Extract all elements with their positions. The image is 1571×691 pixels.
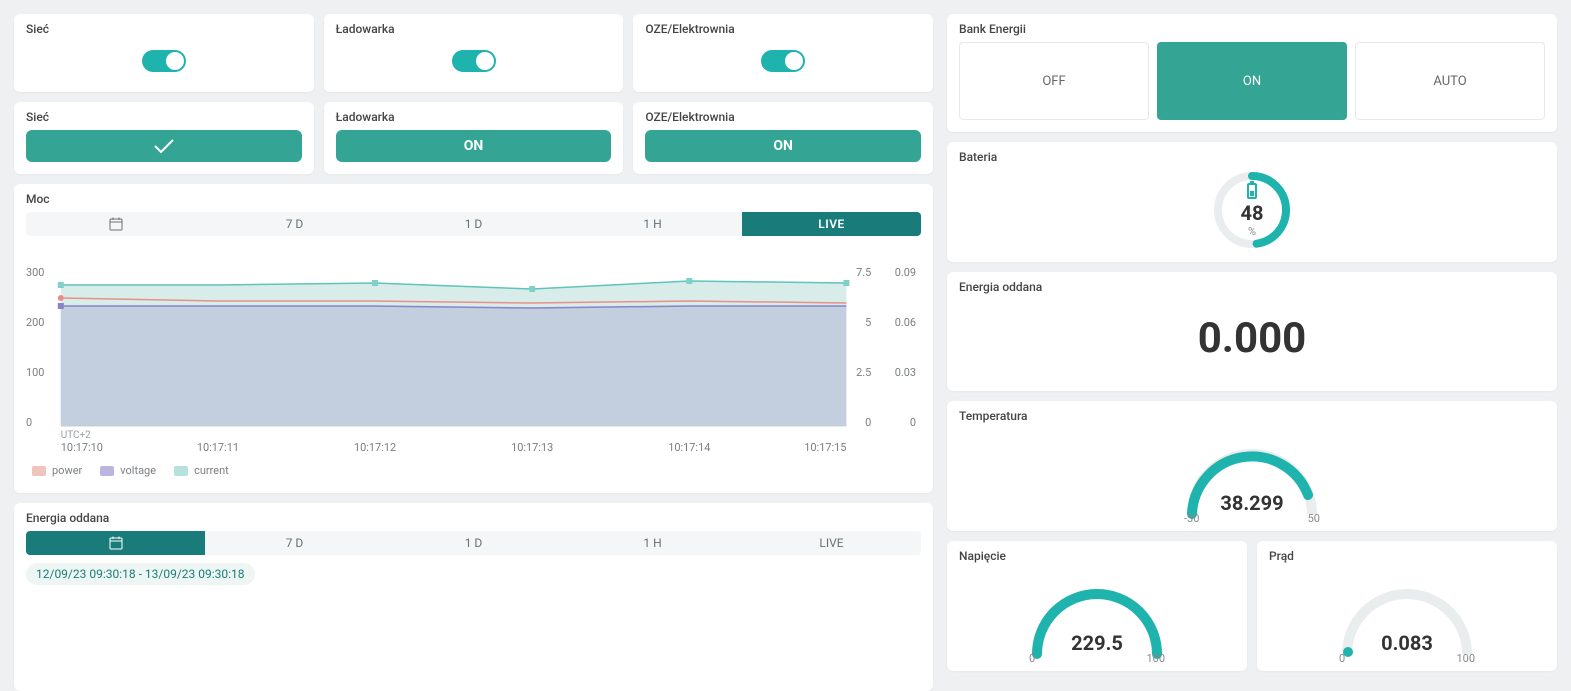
voltage-title: Napięcie (959, 549, 1235, 563)
temperature-min: -30 (1184, 512, 1199, 525)
bank-on-button[interactable]: ON (1157, 42, 1347, 120)
bank-energii-card: Bank Energii OFF ON AUTO (947, 14, 1557, 132)
power-chart-legend: power voltage current (26, 464, 921, 477)
power-chart-card: Moc 7 D 1 D 1 H LIVE 300 200 100 0 7 (14, 184, 933, 493)
bank-auto-button[interactable]: AUTO (1355, 42, 1545, 120)
svg-text:UTC+2: UTC+2 (61, 430, 91, 441)
temperature-value: 38.299 (1220, 491, 1283, 515)
power-chart: 300 200 100 0 7.5 5 2.5 0 0.09 0.06 0.03… (26, 256, 921, 456)
status-siec-label: Sieć (26, 110, 302, 124)
energy-out-card: Energia oddana 0.000 (947, 272, 1557, 391)
svg-text:10:17:10: 10:17:10 (61, 441, 103, 454)
svg-text:300: 300 (26, 266, 44, 279)
legend-current[interactable]: current (174, 464, 229, 477)
eo-range-7d[interactable]: 7 D (205, 531, 384, 555)
current-title: Prąd (1269, 549, 1545, 563)
power-range-row: 7 D 1 D 1 H LIVE (26, 212, 921, 236)
status-ladowarka-text: ON (464, 138, 484, 154)
range-1d[interactable]: 1 D (384, 212, 563, 236)
toggle-siec-label: Sieć (26, 22, 302, 36)
current-max: 100 (1456, 652, 1475, 665)
svg-text:7.5: 7.5 (856, 266, 871, 279)
range-7d[interactable]: 7 D (205, 212, 384, 236)
voltage-min: 0 (1029, 652, 1035, 665)
battery-unit: % (1248, 225, 1256, 238)
battery-icon (1247, 183, 1257, 199)
svg-text:2.5: 2.5 (856, 366, 871, 379)
bank-off-button[interactable]: OFF (959, 42, 1149, 120)
temperature-max: 50 (1308, 512, 1320, 525)
battery-title: Bateria (959, 150, 1545, 164)
eo-range-calendar[interactable] (26, 531, 205, 555)
eo-range-live[interactable]: LIVE (742, 531, 921, 555)
svg-text:200: 200 (26, 316, 44, 329)
energy-out-chart-title: Energia oddana (26, 511, 921, 525)
date-range-badge[interactable]: 12/09/23 09:30:18 - 13/09/23 09:30:18 (26, 563, 255, 585)
status-ladowarka-button[interactable]: ON (336, 130, 612, 162)
range-calendar[interactable] (26, 212, 205, 236)
eo-range-1h[interactable]: 1 H (563, 531, 742, 555)
toggle-oze-label: OZE/Elektrownia (645, 22, 921, 36)
voltage-card: Napięcie 229.5 0 100 (947, 541, 1247, 671)
energy-out-title: Energia oddana (959, 280, 1545, 294)
svg-text:10:17:14: 10:17:14 (668, 441, 710, 454)
energy-out-range-row: 7 D 1 D 1 H LIVE (26, 531, 921, 555)
toggle-row: Sieć Ładowarka OZE/Elektrownia (14, 14, 933, 92)
current-card: Prąd 0.083 0 100 (1257, 541, 1557, 671)
status-oze-label: OZE/Elektrownia (645, 110, 921, 124)
svg-text:0: 0 (26, 416, 32, 429)
legend-power[interactable]: power (32, 464, 82, 477)
svg-text:10:17:12: 10:17:12 (354, 441, 396, 454)
temperature-title: Temperatura (959, 409, 1545, 423)
svg-text:100: 100 (26, 366, 44, 379)
toggle-ladowarka[interactable] (452, 50, 496, 72)
svg-text:0.03: 0.03 (895, 366, 916, 379)
eo-range-1d[interactable]: 1 D (384, 531, 563, 555)
toggle-siec[interactable] (142, 50, 186, 72)
svg-text:5: 5 (865, 316, 871, 329)
svg-text:10:17:11: 10:17:11 (197, 441, 239, 454)
svg-text:0: 0 (910, 416, 916, 429)
status-ladowarka-label: Ładowarka (336, 110, 612, 124)
toggle-oze[interactable] (761, 50, 805, 72)
power-chart-title: Moc (26, 192, 921, 206)
svg-text:0: 0 (865, 416, 871, 429)
legend-voltage[interactable]: voltage (100, 464, 156, 477)
temperature-card: Temperatura 38.299 -30 50 (947, 401, 1557, 531)
status-oze-text: ON (773, 138, 793, 154)
svg-text:10:17:13: 10:17:13 (511, 441, 553, 454)
voltage-value: 229.5 (1071, 631, 1123, 655)
check-icon (153, 138, 175, 154)
svg-text:10:17:15: 10:17:15 (804, 441, 846, 454)
status-oze-button[interactable]: ON (645, 130, 921, 162)
status-siec-button[interactable] (26, 130, 302, 162)
battery-value: 48 (1241, 201, 1264, 225)
current-min: 0 (1339, 652, 1345, 665)
calendar-icon (109, 536, 123, 550)
toggle-ladowarka-label: Ładowarka (336, 22, 612, 36)
energy-out-chart-card: Energia oddana 7 D 1 D 1 H LIVE 12/09/23… (14, 503, 933, 691)
bank-energii-title: Bank Energii (959, 22, 1545, 36)
range-live[interactable]: LIVE (742, 212, 921, 236)
calendar-icon (109, 217, 123, 231)
battery-ring: 48 % (1212, 170, 1292, 250)
range-1h[interactable]: 1 H (563, 212, 742, 236)
status-row: Sieć Ładowarka ON OZE/Elektrownia ON (14, 102, 933, 174)
voltage-max: 100 (1146, 652, 1165, 665)
svg-text:0.09: 0.09 (895, 266, 916, 279)
battery-card: Bateria 48 % (947, 142, 1557, 262)
current-value: 0.083 (1381, 631, 1433, 655)
svg-text:0.06: 0.06 (895, 316, 916, 329)
energy-out-value: 0.000 (959, 300, 1545, 379)
